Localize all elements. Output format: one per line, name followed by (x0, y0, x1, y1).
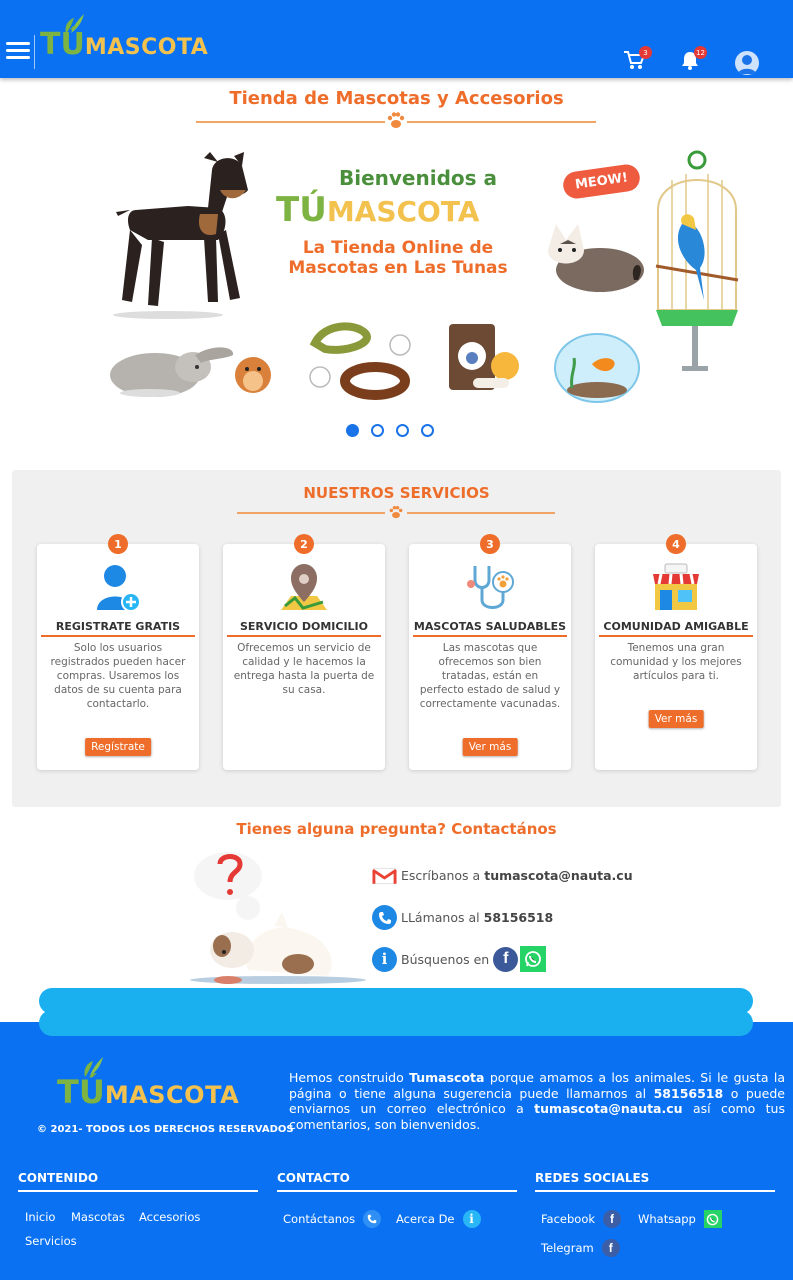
footer-link-whatsapp[interactable]: Whatsapp (638, 1210, 722, 1228)
meow-bubble: MEOW! (561, 162, 642, 201)
footer-logo[interactable]: TÚ MASCOTA (57, 1057, 239, 1110)
whatsapp-icon (703, 1210, 722, 1228)
notifications-button[interactable]: 12 (680, 46, 707, 74)
user-avatar[interactable] (735, 51, 759, 75)
footer-contenido-title: CONTENIDO (18, 1171, 258, 1192)
cart-badge: 3 (639, 46, 652, 59)
info-icon: i (462, 1210, 481, 1228)
carousel-dot-4[interactable] (421, 424, 434, 437)
carousel-dot-3[interactable] (396, 424, 409, 437)
facebook-icon[interactable]: f (493, 946, 519, 972)
service-card-register: 1 REGISTRATE GRATIS Solo los usuarios re… (37, 534, 199, 770)
carousel-dot-2[interactable] (371, 424, 384, 437)
footer-link-mascotas[interactable]: Mascotas (71, 1210, 125, 1224)
confused-dog-illustration (190, 852, 366, 984)
footer-link-telegram[interactable]: Telegram f (541, 1239, 620, 1257)
facebook-icon: f (603, 1210, 622, 1228)
footer-top-bar (39, 1010, 753, 1036)
hero-carousel[interactable]: Bienvenidos a TÚMASCOTA La Tienda Online… (100, 148, 740, 408)
footer: TÚ MASCOTA © 2021- TODOS LOS DERECHOS RE… (0, 1010, 793, 1280)
footer-about-text: Hemos construido Tumascota porque amamos… (289, 1070, 785, 1132)
paw-icon (387, 112, 405, 128)
paw-icon (389, 505, 403, 518)
pet-food-illustration (449, 324, 519, 390)
hero-logo: TÚMASCOTA (276, 190, 480, 230)
footer-redes-title: REDES SOCIALES (535, 1171, 775, 1192)
carousel-indicators (346, 424, 434, 437)
dog-illustration (113, 152, 248, 319)
contact-social-row: i Búsquenos en f (372, 946, 547, 972)
menu-icon[interactable] (6, 42, 30, 62)
leash-collar-illustration (309, 322, 411, 400)
whatsapp-icon[interactable] (520, 946, 547, 972)
page-title: Tienda de Mascotas y Accesorios (229, 88, 564, 109)
services-section: NUESTROS SERVICIOS 1 REGISTRATE GRATIS S… (12, 470, 781, 807)
notifications-badge: 12 (694, 46, 707, 59)
phone-icon (372, 905, 397, 930)
footer-contacto-title: CONTACTO (277, 1171, 517, 1192)
fishbowl-illustration (554, 333, 640, 403)
contact-phone-link[interactable]: 58156518 (484, 910, 554, 925)
phone-icon (363, 1210, 382, 1228)
gmail-icon (372, 863, 397, 888)
user-icon (738, 55, 756, 74)
facebook-icon: f (601, 1239, 620, 1257)
map-pin-icon (281, 564, 327, 610)
add-user-icon (97, 565, 141, 612)
stethoscope-icon (467, 566, 514, 609)
services-ornament (237, 503, 555, 523)
service-card-community: 4 COMUNIDAD AMIGABLE Tenemos una gran co… (595, 534, 757, 770)
contact-title: Tienes alguna pregunta? Contactános (236, 820, 557, 838)
header-divider (34, 35, 35, 69)
copyright-text: © 2021- TODOS LOS DERECHOS RESERVADOS (37, 1124, 294, 1135)
contact-email-row: Escríbanos a tumascota@nauta.cu (372, 863, 633, 888)
footer-link-facebook[interactable]: Facebook f (541, 1210, 622, 1228)
footer-link-accesorios[interactable]: Accesorios (139, 1210, 200, 1224)
service-card-delivery: 2 SERVICIO DOMICILIO Ofrecemos un servic… (223, 534, 385, 770)
hero-welcome-text: Bienvenidos a TÚMASCOTA La Tienda Online… (272, 166, 524, 278)
birdcage-illustration (655, 150, 739, 371)
header-logo[interactable]: TÚ MASCOTA (40, 14, 208, 62)
carousel-dot-1[interactable] (346, 424, 359, 437)
footer-link-inicio[interactable]: Inicio (25, 1210, 55, 1224)
contact-phone-row: LLámanos al 58156518 (372, 905, 553, 930)
contact-email-link[interactable]: tumascota@nauta.cu (484, 868, 632, 883)
info-icon: i (372, 946, 397, 972)
community-more-button[interactable]: Ver más (648, 710, 704, 728)
cat-illustration (548, 224, 644, 292)
health-more-button[interactable]: Ver más (462, 738, 518, 756)
service-card-health: 3 MASCOTAS SALUDABLES Las mascotas que o… (409, 534, 571, 770)
footer-link-servicios[interactable]: Servicios (25, 1234, 77, 1248)
register-button[interactable]: Regístrate (85, 738, 151, 756)
store-icon (653, 563, 699, 610)
cart-button[interactable]: 3 (623, 46, 652, 74)
footer-link-contactanos[interactable]: Contáctanos (283, 1210, 382, 1228)
rabbit-illustration (110, 347, 271, 397)
services-title: NUESTROS SERVICIOS (303, 484, 490, 502)
top-navbar: TÚ MASCOTA 3 12 (0, 0, 793, 78)
footer-link-acerca[interactable]: Acerca De i (396, 1210, 481, 1228)
title-ornament (196, 112, 596, 132)
